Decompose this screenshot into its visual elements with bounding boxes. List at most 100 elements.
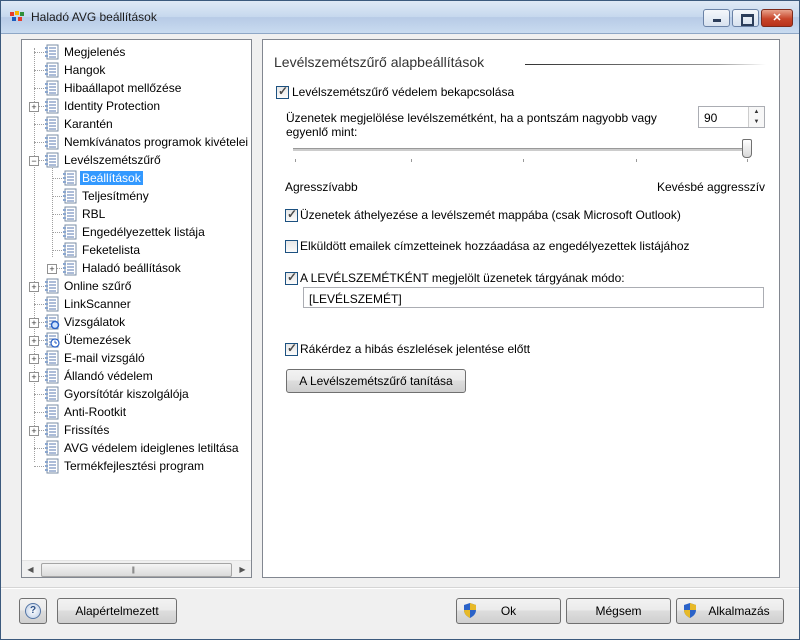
- tree-item[interactable]: − Levélszemétszűrő: [22, 151, 251, 169]
- tree-item-label[interactable]: Ütemezések: [64, 333, 131, 347]
- expand-icon[interactable]: +: [29, 282, 39, 292]
- cancel-button[interactable]: Mégsem: [566, 598, 671, 624]
- tree-item[interactable]: Engedélyezettek listája: [22, 223, 251, 241]
- settings-tree-panel[interactable]: Megjelenés Hangok Hibaállapot mellőzése + Id…: [21, 39, 252, 578]
- tree-item-label[interactable]: Engedélyezettek listája: [82, 225, 205, 239]
- tree-item-label[interactable]: Feketelista: [82, 243, 140, 257]
- settings-tree[interactable]: Megjelenés Hangok Hibaállapot mellőzése + Id…: [22, 40, 251, 560]
- scroll-left-icon[interactable]: ◀: [22, 561, 39, 577]
- expand-icon[interactable]: +: [29, 354, 39, 364]
- train-antispam-button[interactable]: A Levélszemétszűrő tanítása: [286, 369, 466, 393]
- slider-tick: [411, 159, 412, 162]
- tree-item-label[interactable]: Nemkívánatos programok kivételei: [64, 135, 248, 149]
- aggressiveness-slider-thumb[interactable]: [742, 139, 752, 158]
- tree-item[interactable]: Beállítások: [22, 169, 251, 187]
- tree-item-label[interactable]: Vizsgálatok: [64, 315, 125, 329]
- minimize-button[interactable]: [703, 9, 730, 27]
- help-button[interactable]: ?: [19, 598, 47, 624]
- modify-subject-checkbox[interactable]: ✓: [285, 270, 298, 285]
- tree-item-label[interactable]: Levélszemétszűrő: [64, 153, 161, 167]
- add-recipients-checkbox[interactable]: [285, 240, 298, 253]
- tree-item[interactable]: Nemkívánatos programok kivételei: [22, 133, 251, 151]
- score-threshold-value[interactable]: 90: [704, 111, 717, 125]
- aggressiveness-slider-track[interactable]: [293, 148, 748, 151]
- tree-item-label[interactable]: Karantén: [64, 117, 113, 131]
- scroll-right-icon[interactable]: ▶: [234, 561, 251, 577]
- expand-icon[interactable]: +: [29, 426, 39, 436]
- expand-icon[interactable]: +: [29, 318, 39, 328]
- tree-item-label[interactable]: Hibaállapot mellőzése: [64, 81, 181, 95]
- tree-item[interactable]: Feketelista: [22, 241, 251, 259]
- score-threshold-spinner[interactable]: 90 ▲ ▼: [698, 106, 765, 128]
- settings-page-icon: [45, 278, 59, 294]
- tree-item[interactable]: Hangok: [22, 61, 251, 79]
- tree-item[interactable]: + E-mail vizsgáló: [22, 349, 251, 367]
- tree-item[interactable]: RBL: [22, 205, 251, 223]
- enable-antispam-label[interactable]: Levélszemétszűrő védelem bekapcsolása: [292, 85, 514, 99]
- settings-page-icon: [45, 368, 59, 384]
- scrollbar-thumb[interactable]: |||: [41, 563, 232, 577]
- close-button[interactable]: ✕: [761, 9, 793, 27]
- tree-item[interactable]: + Állandó védelem: [22, 367, 251, 385]
- tree-item-label[interactable]: E-mail vizsgáló: [64, 351, 145, 365]
- expand-icon[interactable]: +: [29, 336, 39, 346]
- tree-item-label[interactable]: Termékfejlesztési program: [64, 459, 204, 473]
- tree-item[interactable]: Karantén: [22, 115, 251, 133]
- slider-tick: [636, 159, 637, 162]
- tree-item[interactable]: + Frissítés: [22, 421, 251, 439]
- tree-connector: [34, 70, 44, 71]
- settings-page-icon: [45, 116, 59, 132]
- tree-item[interactable]: + Ütemezések: [22, 331, 251, 349]
- tree-item-label[interactable]: RBL: [82, 207, 105, 221]
- tree-item[interactable]: Gyorsítótár kiszolgálója: [22, 385, 251, 403]
- ask-before-report-checkbox[interactable]: ✓: [285, 341, 298, 356]
- tree-item[interactable]: + Haladó beállítások: [22, 259, 251, 277]
- subject-tag-value[interactable]: [LEVÉLSZEMÉT]: [309, 292, 402, 306]
- tree-item[interactable]: Termékfejlesztési program: [22, 457, 251, 475]
- tree-item-label[interactable]: AVG védelem ideiglenes letiltása: [64, 441, 239, 455]
- move-to-spam-folder-checkbox[interactable]: ✓: [285, 207, 298, 222]
- subject-tag-input[interactable]: [LEVÉLSZEMÉT]: [303, 287, 764, 308]
- maximize-button[interactable]: [732, 9, 759, 27]
- tree-item-label[interactable]: Haladó beállítások: [82, 261, 181, 275]
- tree-item-label[interactable]: Állandó védelem: [64, 369, 153, 383]
- tree-item[interactable]: LinkScanner: [22, 295, 251, 313]
- tree-item-label[interactable]: Megjelenés: [64, 45, 125, 59]
- spin-down-icon[interactable]: ▼: [748, 117, 764, 127]
- check-icon: ✓: [278, 84, 289, 98]
- tree-item-label[interactable]: Gyorsítótár kiszolgálója: [64, 387, 189, 401]
- tree-item-label[interactable]: Anti-Rootkit: [64, 405, 126, 419]
- tree-item[interactable]: + Online szűrő: [22, 277, 251, 295]
- expand-icon[interactable]: +: [29, 102, 39, 112]
- tree-item[interactable]: Megjelenés: [22, 43, 251, 61]
- tree-connector: [34, 52, 44, 53]
- tree-horizontal-scrollbar[interactable]: ◀ ||| ▶: [22, 560, 251, 577]
- collapse-icon[interactable]: −: [29, 156, 39, 166]
- move-to-spam-folder-label[interactable]: Üzenetek áthelyezése a levélszemét mappá…: [300, 208, 681, 222]
- expand-icon[interactable]: +: [47, 264, 57, 274]
- tree-item-label[interactable]: Teljesítmény: [82, 189, 149, 203]
- expand-icon[interactable]: +: [29, 372, 39, 382]
- tree-item-label[interactable]: Online szűrő: [64, 279, 131, 293]
- tree-item-label[interactable]: LinkScanner: [64, 297, 131, 311]
- tree-item-label[interactable]: Beállítások: [80, 171, 143, 185]
- tree-item[interactable]: Anti-Rootkit: [22, 403, 251, 421]
- add-recipients-label[interactable]: Elküldött emailek címzetteinek hozzáadás…: [300, 239, 690, 253]
- tree-connector: [34, 142, 44, 143]
- apply-button[interactable]: Alkalmazás: [676, 598, 784, 624]
- defaults-button[interactable]: Alapértelmezett: [57, 598, 177, 624]
- enable-antispam-checkbox[interactable]: ✓: [276, 84, 289, 99]
- modify-subject-label[interactable]: A LEVÉLSZEMÉTKÉNT megjelölt üzenetek tár…: [300, 271, 625, 285]
- tree-item[interactable]: AVG védelem ideiglenes letiltása: [22, 439, 251, 457]
- tree-item[interactable]: Teljesítmény: [22, 187, 251, 205]
- ask-before-report-label[interactable]: Rákérdez a hibás észlelések jelentése el…: [300, 342, 530, 356]
- check-icon: ✓: [287, 341, 298, 355]
- tree-item[interactable]: Hibaállapot mellőzése: [22, 79, 251, 97]
- tree-item-label[interactable]: Identity Protection: [64, 99, 160, 113]
- ok-button[interactable]: Ok: [456, 598, 561, 624]
- title-bar[interactable]: Haladó AVG beállítások ✕: [1, 1, 799, 34]
- tree-item[interactable]: + Identity Protection: [22, 97, 251, 115]
- tree-item-label[interactable]: Hangok: [64, 63, 105, 77]
- tree-item-label[interactable]: Frissítés: [64, 423, 109, 437]
- tree-item[interactable]: + Vizsgálatok: [22, 313, 251, 331]
